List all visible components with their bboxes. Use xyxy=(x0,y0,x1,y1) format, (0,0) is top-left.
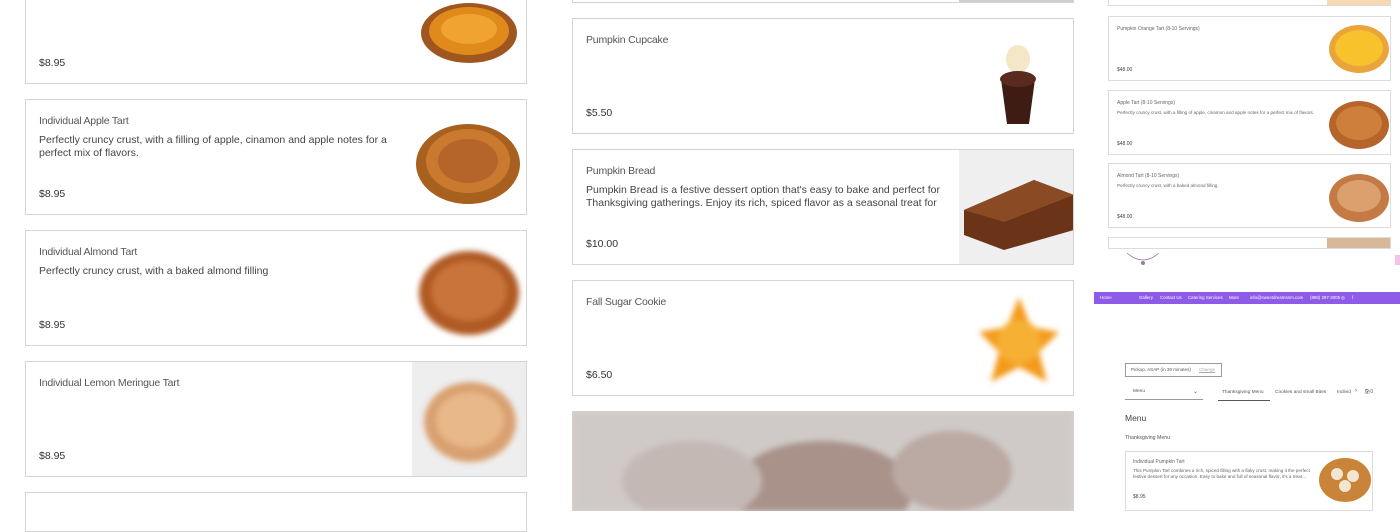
almond-tart-image xyxy=(1329,174,1389,222)
item-price: $8.95 xyxy=(1133,494,1146,500)
item-price: $10.00 xyxy=(586,238,619,250)
item-description: Perfectly cruncy crust, with a baked alm… xyxy=(39,265,269,277)
cupcake-image xyxy=(1000,45,1036,124)
item-title: Individual Almond Tart xyxy=(39,246,138,258)
menu-item-card[interactable] xyxy=(572,0,1074,3)
banner-image xyxy=(572,411,1074,511)
menu-item-card[interactable]: Pumpkin Orange Tart (8-10 Servings) $48.… xyxy=(1108,16,1391,81)
pickup-label: Pickup, ASAP (in 30 minutes) xyxy=(1131,367,1191,372)
menu-item-card[interactable] xyxy=(1108,237,1391,249)
pickup-selector[interactable]: Pickup, ASAP (in 30 minutes) Change xyxy=(1125,363,1222,377)
almond-tart-image xyxy=(419,251,519,335)
tab-cookies-small-bites[interactable]: Cookies and small Bites xyxy=(1275,390,1326,395)
menu-item-card[interactable]: Individual Almond Tart Perfectly cruncy … xyxy=(25,230,527,346)
menu-heading: Menu xyxy=(1125,413,1147,423)
pumpkin-tart-image xyxy=(1319,458,1371,502)
menu-item-card[interactable]: Pumpkin Cupcake $5.50 xyxy=(572,18,1074,134)
menu-item-card[interactable]: Individual Lemon Meringue Tart $8.95 xyxy=(25,361,527,477)
item-price: $6.50 xyxy=(586,369,613,381)
menu-item-card[interactable]: Pumpkin Bread Pumpkin Bread is a festive… xyxy=(572,149,1074,265)
item-price: $48.00 xyxy=(1117,214,1133,220)
menu-subheading: Thanksgiving Menu xyxy=(1125,435,1170,441)
item-title: Almond Tart (8-10 Servings) xyxy=(1117,173,1180,179)
item-description: Perfectly cruncy crust, with a baked alm… xyxy=(1117,183,1219,188)
partial-image xyxy=(1327,0,1390,5)
menu-item-card[interactable]: $8.95 xyxy=(25,0,527,84)
item-title: Fall Sugar Cookie xyxy=(586,296,667,308)
item-price: $48.00 xyxy=(1117,141,1133,147)
chevron-down-icon: ⌄ xyxy=(1193,389,1199,395)
item-price: $48.00 xyxy=(1117,67,1133,73)
nav-phone[interactable]: (888) 297-3005 xyxy=(1310,295,1340,300)
nav-catering-services[interactable]: Catering Services xyxy=(1188,295,1223,300)
banner-photo xyxy=(572,411,1074,511)
menu-item-card[interactable]: Individual Apple Tart Perfectly cruncy c… xyxy=(25,99,527,215)
item-price: $8.95 xyxy=(39,450,66,462)
menu-item-card[interactable]: Individual Pumpkin Tart This Pumpkin Tar… xyxy=(1125,451,1373,511)
instagram-icon[interactable]: ◎ xyxy=(1341,295,1345,301)
pumpkin-orange-tart-image xyxy=(1329,25,1389,73)
facebook-icon[interactable]: f xyxy=(1352,295,1353,300)
item-description: This Pumpkin Tart combines a rich, spice… xyxy=(1133,468,1310,479)
item-price: $8.95 xyxy=(39,188,66,200)
site-navbar: Home Gallery Contact Us Catering Service… xyxy=(1094,292,1400,304)
menu-item-card[interactable]: Almond Tart (8-10 Servings) Perfectly cr… xyxy=(1108,163,1391,228)
menu-item-card[interactable] xyxy=(25,492,527,532)
item-title: Pumpkin Cupcake xyxy=(586,34,669,46)
item-price: $5.50 xyxy=(586,107,613,119)
partial-image xyxy=(959,0,1073,2)
chevron-right-icon[interactable]: › xyxy=(1355,388,1357,394)
scroll-edge-marker xyxy=(1395,255,1400,265)
sugar-cookie-image xyxy=(979,297,1059,382)
item-description: Pumpkin Bread is a festive dessert optio… xyxy=(586,184,940,209)
nav-home[interactable]: Home xyxy=(1100,295,1112,300)
item-title: Individual Pumpkin Tart xyxy=(1133,459,1185,465)
menu-item-card[interactable]: Fall Sugar Cookie $6.50 xyxy=(572,280,1074,396)
item-price: $8.95 xyxy=(39,57,66,69)
item-description: Perfectly cruncy crust, with a filling o… xyxy=(1117,110,1315,115)
item-title: Pumpkin Orange Tart (8-10 Servings) xyxy=(1117,26,1200,32)
item-title: Apple Tart (8-10 Servings) xyxy=(1117,100,1175,106)
item-title: Individual Lemon Meringue Tart xyxy=(39,377,180,389)
active-tab-underline xyxy=(1218,400,1270,401)
nav-more[interactable]: More xyxy=(1229,295,1239,300)
pickup-change-link[interactable]: Change xyxy=(1199,367,1215,372)
lemon-meringue-tart-shape xyxy=(424,382,516,462)
patisserie-logo xyxy=(1126,252,1160,265)
menu-item-card[interactable]: Apple Tart (8-10 Servings) Perfectly cru… xyxy=(1108,90,1391,155)
item-price: $8.95 xyxy=(39,319,66,331)
menu-item-card[interactable] xyxy=(1108,0,1391,6)
cart-icon[interactable]: 🛍0 xyxy=(1364,389,1373,395)
partial-image xyxy=(1327,238,1390,248)
menu-dropdown-value: Menu xyxy=(1133,389,1145,394)
item-title: Pumpkin Bread xyxy=(586,165,656,177)
nav-contact-us[interactable]: Contact Us xyxy=(1160,295,1182,300)
pumpkin-bread-image xyxy=(959,150,1073,264)
tab-individual[interactable]: Individ xyxy=(1337,390,1351,395)
tab-thanksgiving-menu[interactable]: Thanksgiving Menu xyxy=(1222,390,1264,395)
nav-email[interactable]: info@sweetdreamsnm.com xyxy=(1250,295,1303,300)
apple-tart-image xyxy=(1329,101,1389,149)
item-description: Perfectly cruncy crust, with a filling o… xyxy=(39,134,387,159)
nav-gallery[interactable]: Gallery xyxy=(1139,295,1153,300)
menu-dropdown[interactable]: Menu ⌄ xyxy=(1125,386,1203,400)
apple-tart-image xyxy=(416,124,520,204)
tart-image xyxy=(421,3,517,63)
item-title: Individual Apple Tart xyxy=(39,115,129,127)
